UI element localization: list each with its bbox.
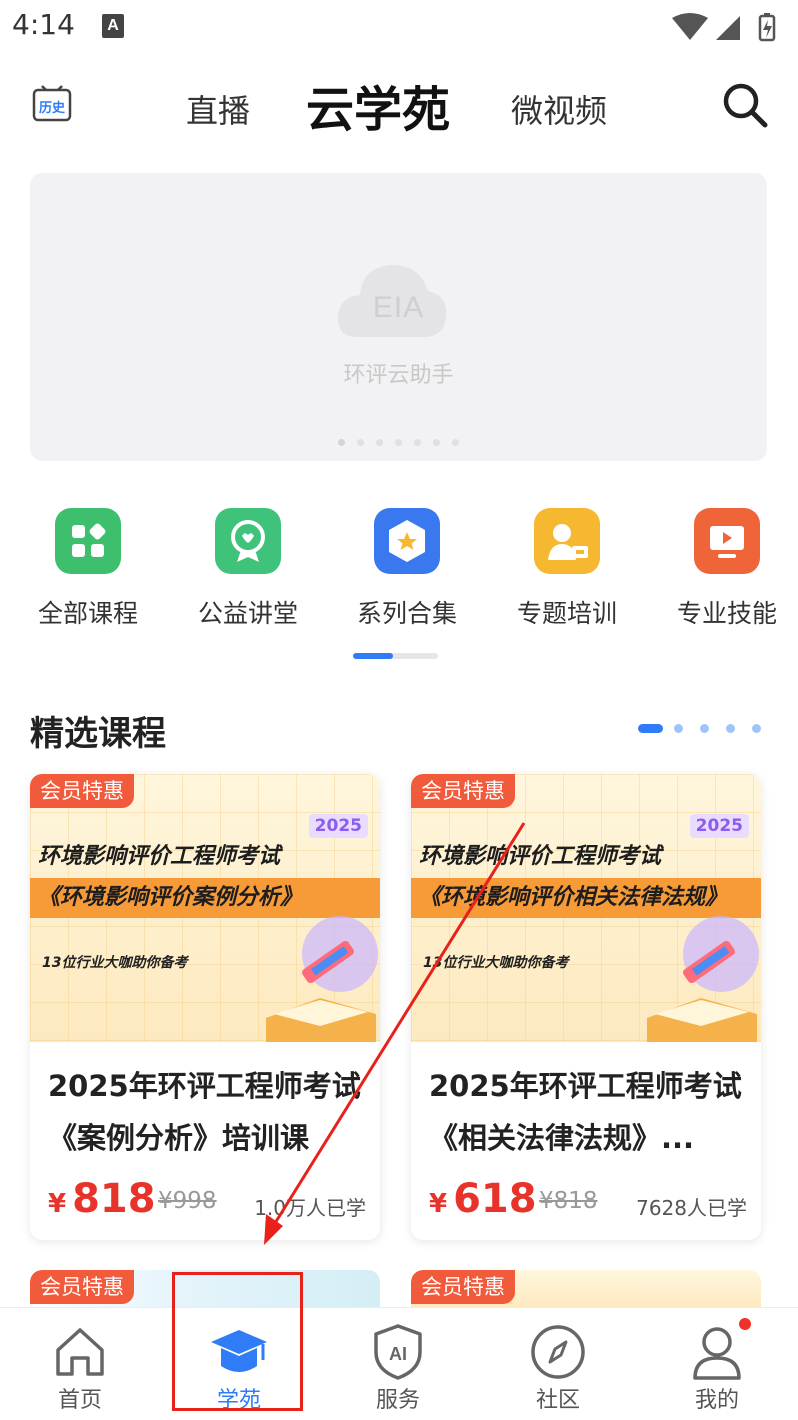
course-title: 2025年环评工程师考试《案例分析》培训课 <box>48 1069 361 1155</box>
banner-pagination <box>30 431 767 450</box>
promo-badge: 会员特惠 <box>30 774 134 808</box>
banner-logo-text: EIA <box>372 291 425 324</box>
nav-label: 社区 <box>535 1388 580 1413</box>
pagination-dot <box>414 439 421 446</box>
bottom-nav: 首页 学苑 AI 服务 社区 我的 <box>0 1307 798 1420</box>
course-price: ¥818 <box>48 1176 156 1222</box>
star-hexagon-icon <box>374 508 440 574</box>
course-card[interactable]: 会员特惠 <box>411 1270 761 1310</box>
pagination-dot <box>357 439 364 446</box>
course-card[interactable]: 2025 环境影响评价工程师考试 《环境影响评价相关法律法规》 13位行业大咖助… <box>411 774 761 1240</box>
pagination-dot <box>433 439 440 446</box>
category-label: 专业技能 <box>676 599 777 628</box>
course-original-price: ¥998 <box>158 1188 217 1214</box>
book-pencil-icon <box>266 916 378 1042</box>
history-label: 历史 <box>39 100 66 116</box>
course-original-price: ¥818 <box>539 1188 598 1214</box>
category-row: 全部课程 公益讲堂 系列合集 专题培训 专业技能 <box>0 508 798 638</box>
promo-badge: 会员特惠 <box>411 1270 515 1304</box>
cover-year: 2025 <box>689 814 749 838</box>
pagination-dot <box>338 439 345 446</box>
category-label: 公益讲堂 <box>197 599 298 628</box>
signal-icon <box>716 16 740 40</box>
category-label: 系列合集 <box>356 599 457 628</box>
course-cover: 2025 环境影响评价工程师考试 《环境影响评价相关法律法规》 13位行业大咖助… <box>411 774 761 1042</box>
category-all-courses[interactable]: 全部课程 <box>8 508 168 630</box>
course-title: 2025年环评工程师考试《相关法律法规》... <box>429 1069 742 1155</box>
category-topic-training[interactable]: 专题培训 <box>487 508 647 630</box>
promo-badge: 会员特惠 <box>411 774 515 808</box>
scroll-thumb <box>353 653 393 659</box>
cover-heading: 环境影响评价工程师考试 <box>419 844 662 869</box>
nav-service[interactable]: AI 服务 <box>318 1308 478 1420</box>
category-label: 全部课程 <box>37 599 138 628</box>
category-series[interactable]: 系列合集 <box>327 508 487 630</box>
cover-subject: 《环境影响评价案例分析》 <box>30 878 380 918</box>
section-pagination <box>638 724 768 734</box>
status-icons <box>672 13 776 42</box>
course-learners: 1.0万人已学 <box>254 1196 366 1220</box>
annotation-highlight <box>172 1272 303 1411</box>
page-title[interactable]: 云学苑 <box>306 70 450 140</box>
badge-icon <box>215 508 281 574</box>
cover-heading: 环境影响评价工程师考试 <box>38 844 281 869</box>
pagination-dot <box>395 439 402 446</box>
category-pro-skills[interactable]: 专业技能 <box>647 508 798 630</box>
pagination-dot <box>376 439 383 446</box>
promo-badge: 会员特惠 <box>30 1270 134 1304</box>
nav-label: 我的 <box>694 1388 739 1413</box>
wifi-icon <box>672 13 708 40</box>
teacher-icon <box>534 508 600 574</box>
notification-dot <box>739 1318 751 1330</box>
tab-live[interactable]: 直播 <box>186 86 250 132</box>
nav-mine[interactable]: 我的 <box>637 1308 797 1420</box>
ai-shield-icon: AI <box>374 1324 422 1380</box>
cover-tagline: 13位行业大咖助你备考 <box>423 955 569 971</box>
home-icon <box>56 1328 104 1376</box>
cover-year: 2025 <box>308 814 368 838</box>
history-icon[interactable]: 历史 <box>30 82 74 124</box>
category-label: 专题培训 <box>516 599 617 628</box>
nav-label: 首页 <box>57 1388 102 1413</box>
status-time: 4:14 <box>12 8 75 41</box>
course-cover: 2025 环境影响评价工程师考试 《环境影响评价案例分析》 13位行业大咖助你备… <box>30 774 380 1042</box>
banner-caption: 环评云助手 <box>343 363 454 388</box>
pagination-dot <box>452 439 459 446</box>
cover-tagline: 13位行业大咖助你备考 <box>42 955 188 971</box>
book-pencil-icon <box>647 916 759 1042</box>
user-icon <box>693 1327 741 1380</box>
tab-micro-video[interactable]: 微视频 <box>511 86 607 132</box>
course-learners: 7628人已学 <box>636 1196 747 1220</box>
nav-label: 服务 <box>375 1388 420 1413</box>
compass-icon <box>531 1325 585 1379</box>
banner-carousel[interactable]: EIA 环评云助手 <box>30 173 767 461</box>
category-public-lecture[interactable]: 公益讲堂 <box>168 508 328 630</box>
nav-home[interactable]: 首页 <box>0 1308 160 1420</box>
search-icon[interactable] <box>722 82 768 128</box>
play-screen-icon <box>694 508 760 574</box>
category-scroll-indicator <box>353 653 438 659</box>
status-bar: 4:14 A <box>0 0 798 56</box>
cover-subject: 《环境影响评价相关法律法规》 <box>411 878 761 918</box>
svg-text:AI: AI <box>389 1344 407 1364</box>
course-card[interactable]: 2025 环境影响评价工程师考试 《环境影响评价案例分析》 13位行业大咖助你备… <box>30 774 380 1240</box>
course-price: ¥618 <box>429 1176 537 1222</box>
nav-community[interactable]: 社区 <box>478 1308 638 1420</box>
notification-icon: A <box>102 14 124 38</box>
section-title: 精选课程 <box>30 714 166 754</box>
battery-icon <box>758 13 776 42</box>
grid-icon <box>55 508 121 574</box>
top-header: 历史 直播 云学苑 微视频 <box>0 62 798 152</box>
